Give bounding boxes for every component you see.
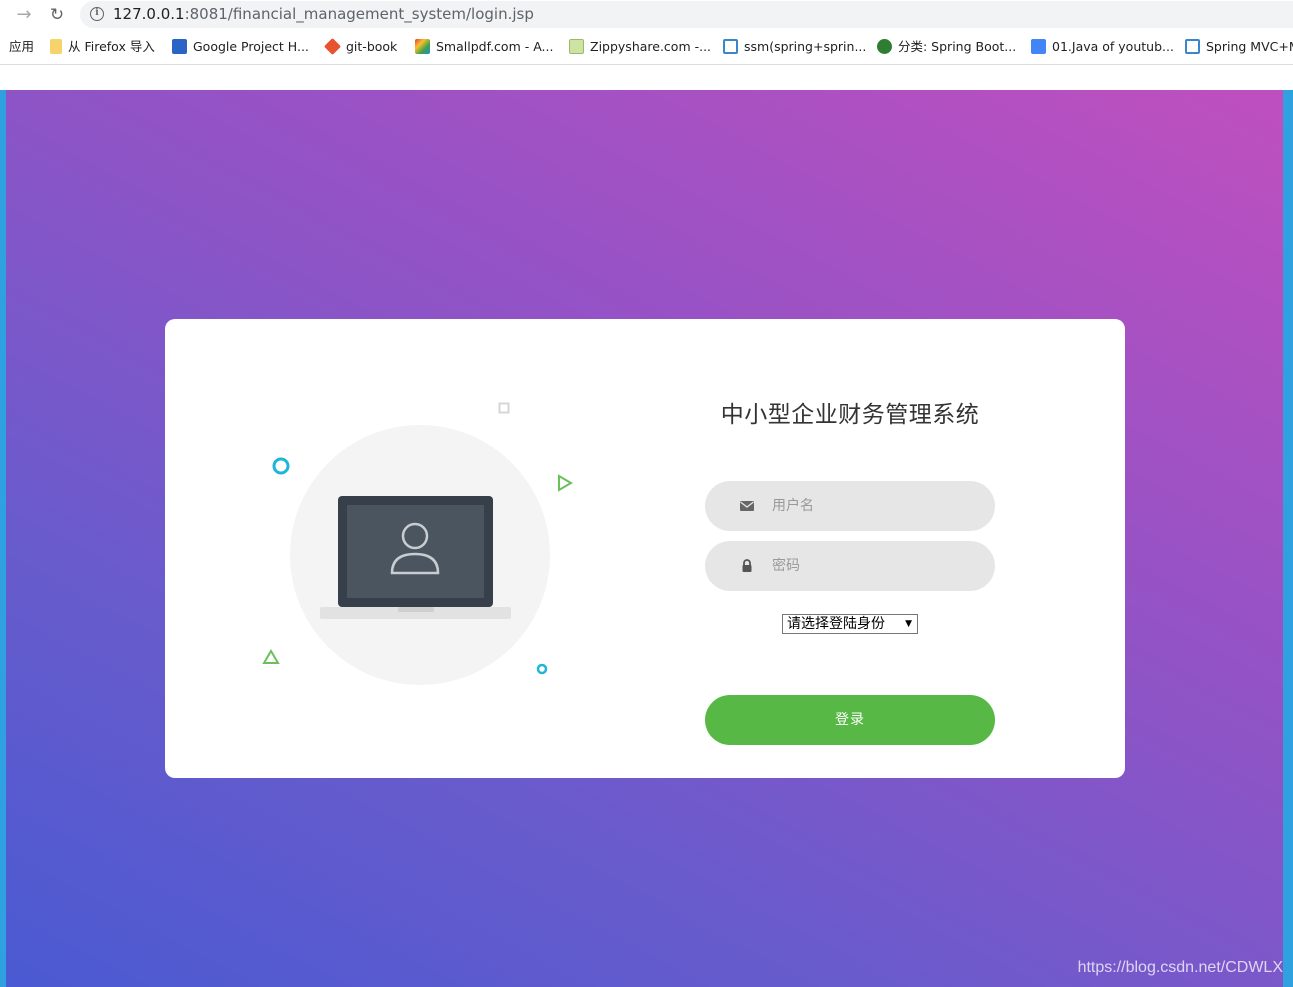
bookmark-google-project[interactable]: Google Project H...: [172, 38, 309, 58]
info-icon[interactable]: i: [90, 7, 104, 21]
bookmark-firefox-import[interactable]: 从 Firefox 导入: [50, 38, 155, 58]
git-icon: [324, 38, 341, 55]
laptop-user-icon: [320, 496, 511, 619]
bookmark-label: Smallpdf.com - A...: [436, 39, 554, 54]
system-title: 中小型企业财务管理系统: [720, 402, 980, 428]
url-text[interactable]: 127.0.0.1:8081/financial_management_syst…: [113, 5, 534, 23]
csdn-icon: [723, 39, 738, 54]
login-button[interactable]: 登录: [705, 695, 995, 745]
ring-deco-icon: [272, 457, 290, 475]
bookmark-label: Spring MVC+M: [1206, 39, 1293, 54]
doc-icon: [1031, 39, 1046, 54]
browser-toolbar: → ↻ i 127.0.0.1:8081/financial_managemen…: [0, 0, 1293, 30]
address-bar[interactable]: i 127.0.0.1:8081/financial_management_sy…: [80, 1, 1293, 28]
page-edge-right: [1283, 90, 1293, 987]
bookmark-label: 分类: Spring Boot...: [898, 39, 1017, 54]
url-host: 127.0.0.1: [113, 5, 185, 23]
zippyshare-icon: [569, 39, 584, 54]
back-arrow-icon[interactable]: →: [12, 3, 36, 27]
csdn-icon: [1185, 39, 1200, 54]
reload-icon[interactable]: ↻: [45, 3, 69, 27]
folder-icon: [50, 39, 62, 54]
triangle-deco-icon: [262, 649, 280, 664]
google-project-icon: [172, 39, 187, 54]
bookmark-apps[interactable]: 应用: [9, 38, 34, 58]
bookmark-label: ssm(spring+sprin...: [744, 39, 867, 54]
watermark-text: https://blog.csdn.net/CDWLX: [1077, 959, 1283, 976]
bookmark-spring-boot[interactable]: 分类: Spring Boot...: [877, 38, 1016, 58]
bookmark-zippyshare[interactable]: Zippyshare.com -...: [569, 38, 711, 58]
dropdown-arrow-icon: ▼: [905, 619, 912, 629]
browser-chrome: → ↻ i 127.0.0.1:8081/financial_managemen…: [0, 0, 1293, 90]
square-deco-icon: [498, 402, 510, 414]
page-edge-left: [0, 90, 6, 987]
chrome-divider: [0, 64, 1293, 65]
login-card: 中小型企业财务管理系统 请选择登陆身份 ▼ 登录: [165, 319, 1125, 778]
bookmark-label: Zippyshare.com -...: [590, 39, 712, 54]
bookmark-ssm[interactable]: ssm(spring+sprin...: [723, 38, 866, 58]
lock-icon: [742, 559, 752, 572]
username-input[interactable]: [772, 481, 972, 531]
username-field[interactable]: [705, 481, 995, 531]
password-field[interactable]: [705, 541, 995, 591]
bookmark-label: 应用: [9, 39, 35, 54]
password-input[interactable]: [772, 541, 972, 591]
play-triangle-deco-icon: [558, 474, 573, 492]
bookmark-git-book[interactable]: git-book: [324, 38, 398, 58]
envelope-icon: [740, 501, 754, 511]
bookmark-label: git-book: [346, 39, 398, 54]
bookmark-label: Google Project H...: [193, 39, 309, 54]
dot-deco-icon: [536, 663, 548, 675]
url-path: :8081/financial_management_system/login.…: [184, 5, 534, 23]
avatar-icon: [877, 39, 892, 54]
bookmark-smallpdf[interactable]: Smallpdf.com - A...: [415, 38, 553, 58]
bookmark-label: 01.Java of youtub...: [1052, 39, 1174, 54]
login-form: 中小型企业财务管理系统 请选择登陆身份 ▼ 登录: [645, 319, 1125, 778]
bookmarks-bar: 应用 从 Firefox 导入 Google Project H... git-…: [0, 34, 1293, 60]
role-select[interactable]: 请选择登陆身份 ▼: [782, 614, 918, 634]
login-page: 中小型企业财务管理系统 请选择登陆身份 ▼ 登录: [0, 90, 1293, 987]
bookmark-label: 从 Firefox 导入: [68, 39, 155, 54]
bookmark-spring-mvc[interactable]: Spring MVC+M: [1185, 38, 1293, 58]
bookmark-java-youtube[interactable]: 01.Java of youtub...: [1031, 38, 1174, 58]
role-select-value: 请选择登陆身份: [787, 616, 885, 632]
smallpdf-icon: [415, 39, 430, 54]
login-illustration: [165, 319, 645, 778]
